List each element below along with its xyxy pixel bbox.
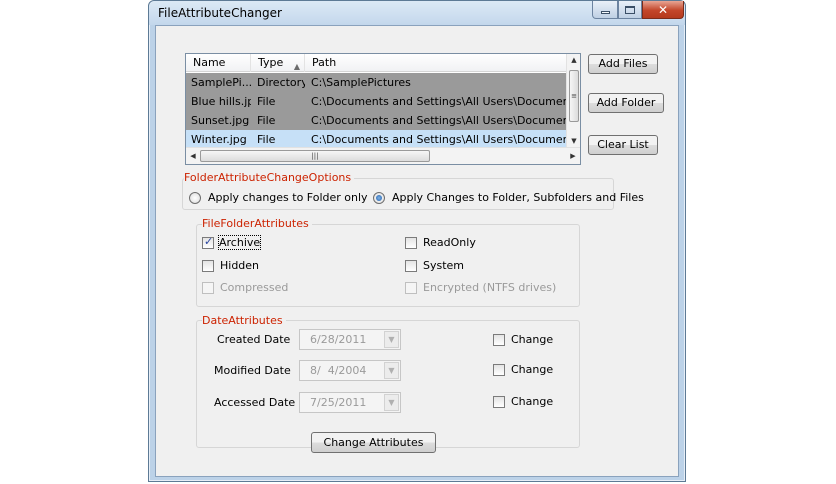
window-title: FileAttributeChanger [158, 6, 282, 20]
change-attributes-button[interactable]: Change Attributes [311, 432, 436, 453]
horizontal-scrollbar[interactable]: ◀ ||| ▶ [186, 147, 580, 164]
compressed-checkbox [202, 282, 214, 294]
file-list[interactable]: Name Type ▲ Path SamplePi... Directory C… [185, 53, 581, 165]
folder-only-radio[interactable] [189, 192, 201, 204]
attributes-title: FileFolderAttributes [202, 217, 312, 230]
minimize-icon [600, 11, 610, 14]
change-modified-checkbox[interactable] [493, 364, 505, 376]
list-row[interactable]: Blue hills.jpg File C:\Documents and Set… [186, 92, 566, 111]
readonly-checkbox[interactable] [405, 237, 417, 249]
date-attributes-title: DateAttributes [202, 314, 286, 327]
cell-path: C:\SamplePictures [311, 76, 411, 89]
modified-date-value: 8/ 4/2004 [310, 364, 367, 377]
cell-name: Sunset.jpg [191, 114, 250, 127]
created-date-picker: 6/28/2011 ▼ [299, 329, 401, 350]
scroll-right-icon[interactable]: ▶ [566, 148, 580, 164]
encrypted-label: Encrypted (NTFS drives) [423, 281, 557, 294]
recursive-radio[interactable] [373, 192, 385, 204]
chevron-down-icon: ▼ [384, 362, 399, 379]
scroll-left-icon[interactable]: ◀ [186, 148, 200, 164]
close-icon: ✕ [657, 2, 669, 17]
maximize-icon [625, 5, 635, 14]
created-date-value: 6/28/2011 [310, 333, 367, 346]
system-checkbox[interactable] [405, 260, 417, 272]
change-modified-label[interactable]: Change [511, 363, 553, 376]
clear-list-button[interactable]: Clear List [588, 135, 658, 155]
horizontal-scroll-thumb[interactable]: ||| [200, 150, 430, 162]
vertical-scrollbar[interactable]: ▲ ≡ ▼ [566, 54, 580, 148]
change-created-checkbox[interactable] [493, 334, 505, 346]
change-accessed-label[interactable]: Change [511, 395, 553, 408]
readonly-label[interactable]: ReadOnly [423, 236, 476, 249]
created-date-label: Created Date [217, 333, 291, 346]
title-bar[interactable]: FileAttributeChanger ✕ [149, 1, 685, 25]
column-header-name[interactable]: Name [186, 54, 251, 72]
scroll-up-icon[interactable]: ▲ [567, 54, 580, 67]
archive-checkbox[interactable] [202, 235, 214, 249]
minimize-button[interactable] [592, 1, 618, 19]
cell-type: Directory [257, 76, 305, 89]
cell-path: C:\Documents and Settings\All Users\Docu… [311, 114, 566, 127]
folder-only-label[interactable]: Apply changes to Folder only [208, 191, 368, 204]
change-accessed-checkbox[interactable] [493, 396, 505, 408]
list-header: Name Type ▲ Path [186, 54, 566, 72]
system-label[interactable]: System [423, 259, 464, 272]
maximize-button[interactable] [618, 1, 642, 19]
cell-type: File [257, 95, 276, 108]
column-header-type[interactable]: Type ▲ [251, 54, 305, 72]
accessed-date-label: Accessed Date [214, 396, 296, 409]
folder-options-title: FolderAttributeChangeOptions [184, 171, 355, 184]
cell-path: C:\Documents and Settings\All Users\Docu… [311, 95, 566, 108]
hidden-label[interactable]: Hidden [220, 259, 259, 272]
accessed-date-value: 7/25/2011 [310, 396, 367, 409]
add-folder-button[interactable]: Add Folder [588, 93, 664, 113]
modified-date-picker: 8/ 4/2004 ▼ [299, 360, 401, 381]
hidden-checkbox[interactable] [202, 260, 214, 272]
add-files-button[interactable]: Add Files [588, 54, 658, 74]
chevron-down-icon: ▼ [384, 331, 399, 348]
close-button[interactable]: ✕ [642, 1, 684, 19]
modified-date-label: Modified Date [214, 364, 291, 377]
chevron-down-icon: ▼ [384, 394, 399, 411]
app-window: FileAttributeChanger ✕ Name Type ▲ Path … [148, 0, 686, 482]
list-row[interactable]: Sunset.jpg File C:\Documents and Setting… [186, 111, 566, 130]
list-row[interactable]: SamplePi... Directory C:\SamplePictures [186, 73, 566, 92]
cell-name: Blue hills.jpg [191, 95, 251, 108]
cell-type: File [257, 114, 276, 127]
encrypted-checkbox [405, 282, 417, 294]
compressed-label: Compressed [220, 281, 289, 294]
column-header-type-label: Type [258, 56, 284, 69]
accessed-date-picker: 7/25/2011 ▼ [299, 392, 401, 413]
cell-name: SamplePi... [191, 76, 251, 89]
client-area: Name Type ▲ Path SamplePi... Directory C… [155, 25, 679, 477]
column-header-path[interactable]: Path [305, 54, 566, 72]
recursive-label[interactable]: Apply Changes to Folder, Subfolders and … [392, 191, 644, 204]
archive-label[interactable]: Archive [217, 235, 262, 250]
vertical-scroll-thumb[interactable]: ≡ [569, 70, 579, 122]
change-created-label[interactable]: Change [511, 333, 553, 346]
